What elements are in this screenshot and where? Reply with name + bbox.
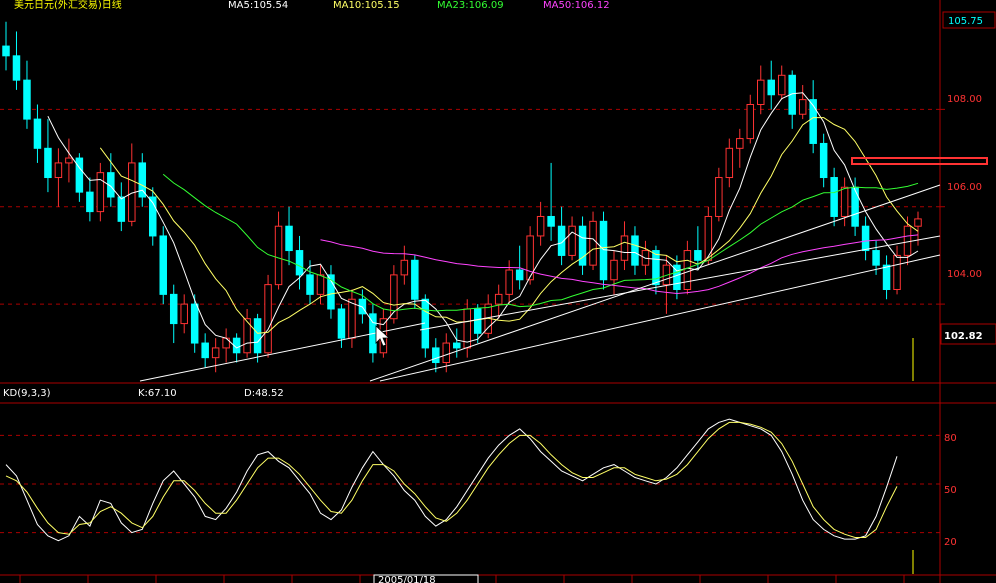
candle-down <box>473 308 482 334</box>
candle-down <box>882 264 891 291</box>
candle-up <box>222 337 230 349</box>
candle-down <box>285 225 293 252</box>
candle-down <box>44 147 52 179</box>
candle-up <box>840 186 849 217</box>
candle-up <box>211 347 220 359</box>
candle-down <box>190 303 199 344</box>
last-price-label: 105.75 <box>948 16 983 27</box>
candle-up <box>736 138 744 149</box>
candle-up <box>400 259 409 276</box>
candle-down <box>861 225 870 252</box>
candle-down <box>159 235 167 295</box>
date-cursor-label: 2005/01/18 <box>378 575 436 583</box>
ma5-label: MA5:105.54 <box>228 0 288 11</box>
y-tick-106: 106.00 <box>947 182 982 193</box>
candle-up <box>798 99 807 115</box>
candle-down <box>819 142 828 179</box>
ma50-line <box>320 234 919 295</box>
candle-up <box>683 250 692 290</box>
candle-down <box>117 196 126 222</box>
candle-down <box>169 293 178 325</box>
candle-up <box>589 220 597 266</box>
candle-down <box>411 259 419 300</box>
candle-up <box>65 157 73 164</box>
candle-up <box>264 284 272 354</box>
candle-down <box>306 274 314 295</box>
k-value-label: K:67.10 <box>138 388 177 399</box>
candle-up <box>746 104 755 140</box>
trend-line-4 <box>419 235 941 331</box>
candle-down <box>253 318 262 354</box>
moving-average-lines <box>47 92 919 349</box>
y-tick-104: 104.00 <box>947 269 982 280</box>
kline-chart[interactable]: 美元日元(外汇交易)日线 MA5:105.54 MA10:105.15 MA23… <box>0 0 996 583</box>
k-line <box>5 418 898 542</box>
ma50-label: MA50:106.12 <box>543 0 610 11</box>
grid-layer <box>0 0 996 583</box>
candle-down <box>12 55 21 81</box>
kd-tick-80: 80 <box>944 433 957 444</box>
candle-up <box>893 254 901 290</box>
ma5-line <box>47 92 919 349</box>
candle-up <box>536 215 545 237</box>
candle-down <box>599 220 608 281</box>
kd-tick-50: 50 <box>944 485 957 496</box>
candle-up <box>348 298 356 339</box>
candle-down <box>432 347 440 364</box>
highlight-box <box>851 157 988 165</box>
current-price-label: 102.82 <box>944 331 983 342</box>
candle-down <box>75 157 84 193</box>
candle-down <box>515 269 524 281</box>
chart-title: 美元日元(外汇交易)日线 <box>14 0 122 11</box>
trend-line-2 <box>369 184 941 382</box>
candle-up <box>505 269 513 295</box>
candle-down <box>767 79 775 96</box>
candle-up <box>316 274 325 295</box>
candle-down <box>295 250 304 276</box>
kd-title: KD(9,3,3) <box>3 388 51 399</box>
candle-down <box>23 79 31 120</box>
candle-up <box>620 235 629 261</box>
candle-up <box>180 303 188 325</box>
candle-up <box>903 225 912 256</box>
candle-down <box>547 215 555 227</box>
candle-up <box>96 172 105 213</box>
candle-down <box>851 186 859 227</box>
kd-lines <box>5 418 914 574</box>
candle-down <box>138 162 147 198</box>
candle-up <box>757 79 765 106</box>
candle-down <box>694 250 702 261</box>
candle-down <box>337 308 346 339</box>
candle-up <box>704 215 713 261</box>
candle-down <box>453 342 461 349</box>
candle-up <box>914 218 922 227</box>
ma10-label: MA10:105.15 <box>333 0 400 11</box>
candle-up <box>610 259 618 281</box>
candle-up <box>715 177 723 217</box>
candle-down <box>33 118 42 149</box>
candle-up <box>725 147 734 179</box>
candlestick-series <box>2 21 922 373</box>
candle-up <box>54 162 63 179</box>
candle-down <box>830 177 838 217</box>
candle-down <box>201 342 209 359</box>
d-value-label: D:48.52 <box>244 388 284 399</box>
candle-up <box>568 225 576 256</box>
candle-up <box>777 74 786 96</box>
candle-up <box>274 225 283 286</box>
candle-up <box>442 342 451 364</box>
y-tick-108: 108.00 <box>947 94 982 105</box>
candle-down <box>86 191 94 213</box>
candle-down <box>631 235 639 266</box>
ma23-label: MA23:106.09 <box>437 0 504 11</box>
candle-down <box>872 250 880 266</box>
kd-tick-20: 20 <box>944 537 957 548</box>
candle-up <box>494 293 503 305</box>
candle-down <box>2 45 10 57</box>
d-line <box>5 421 898 538</box>
